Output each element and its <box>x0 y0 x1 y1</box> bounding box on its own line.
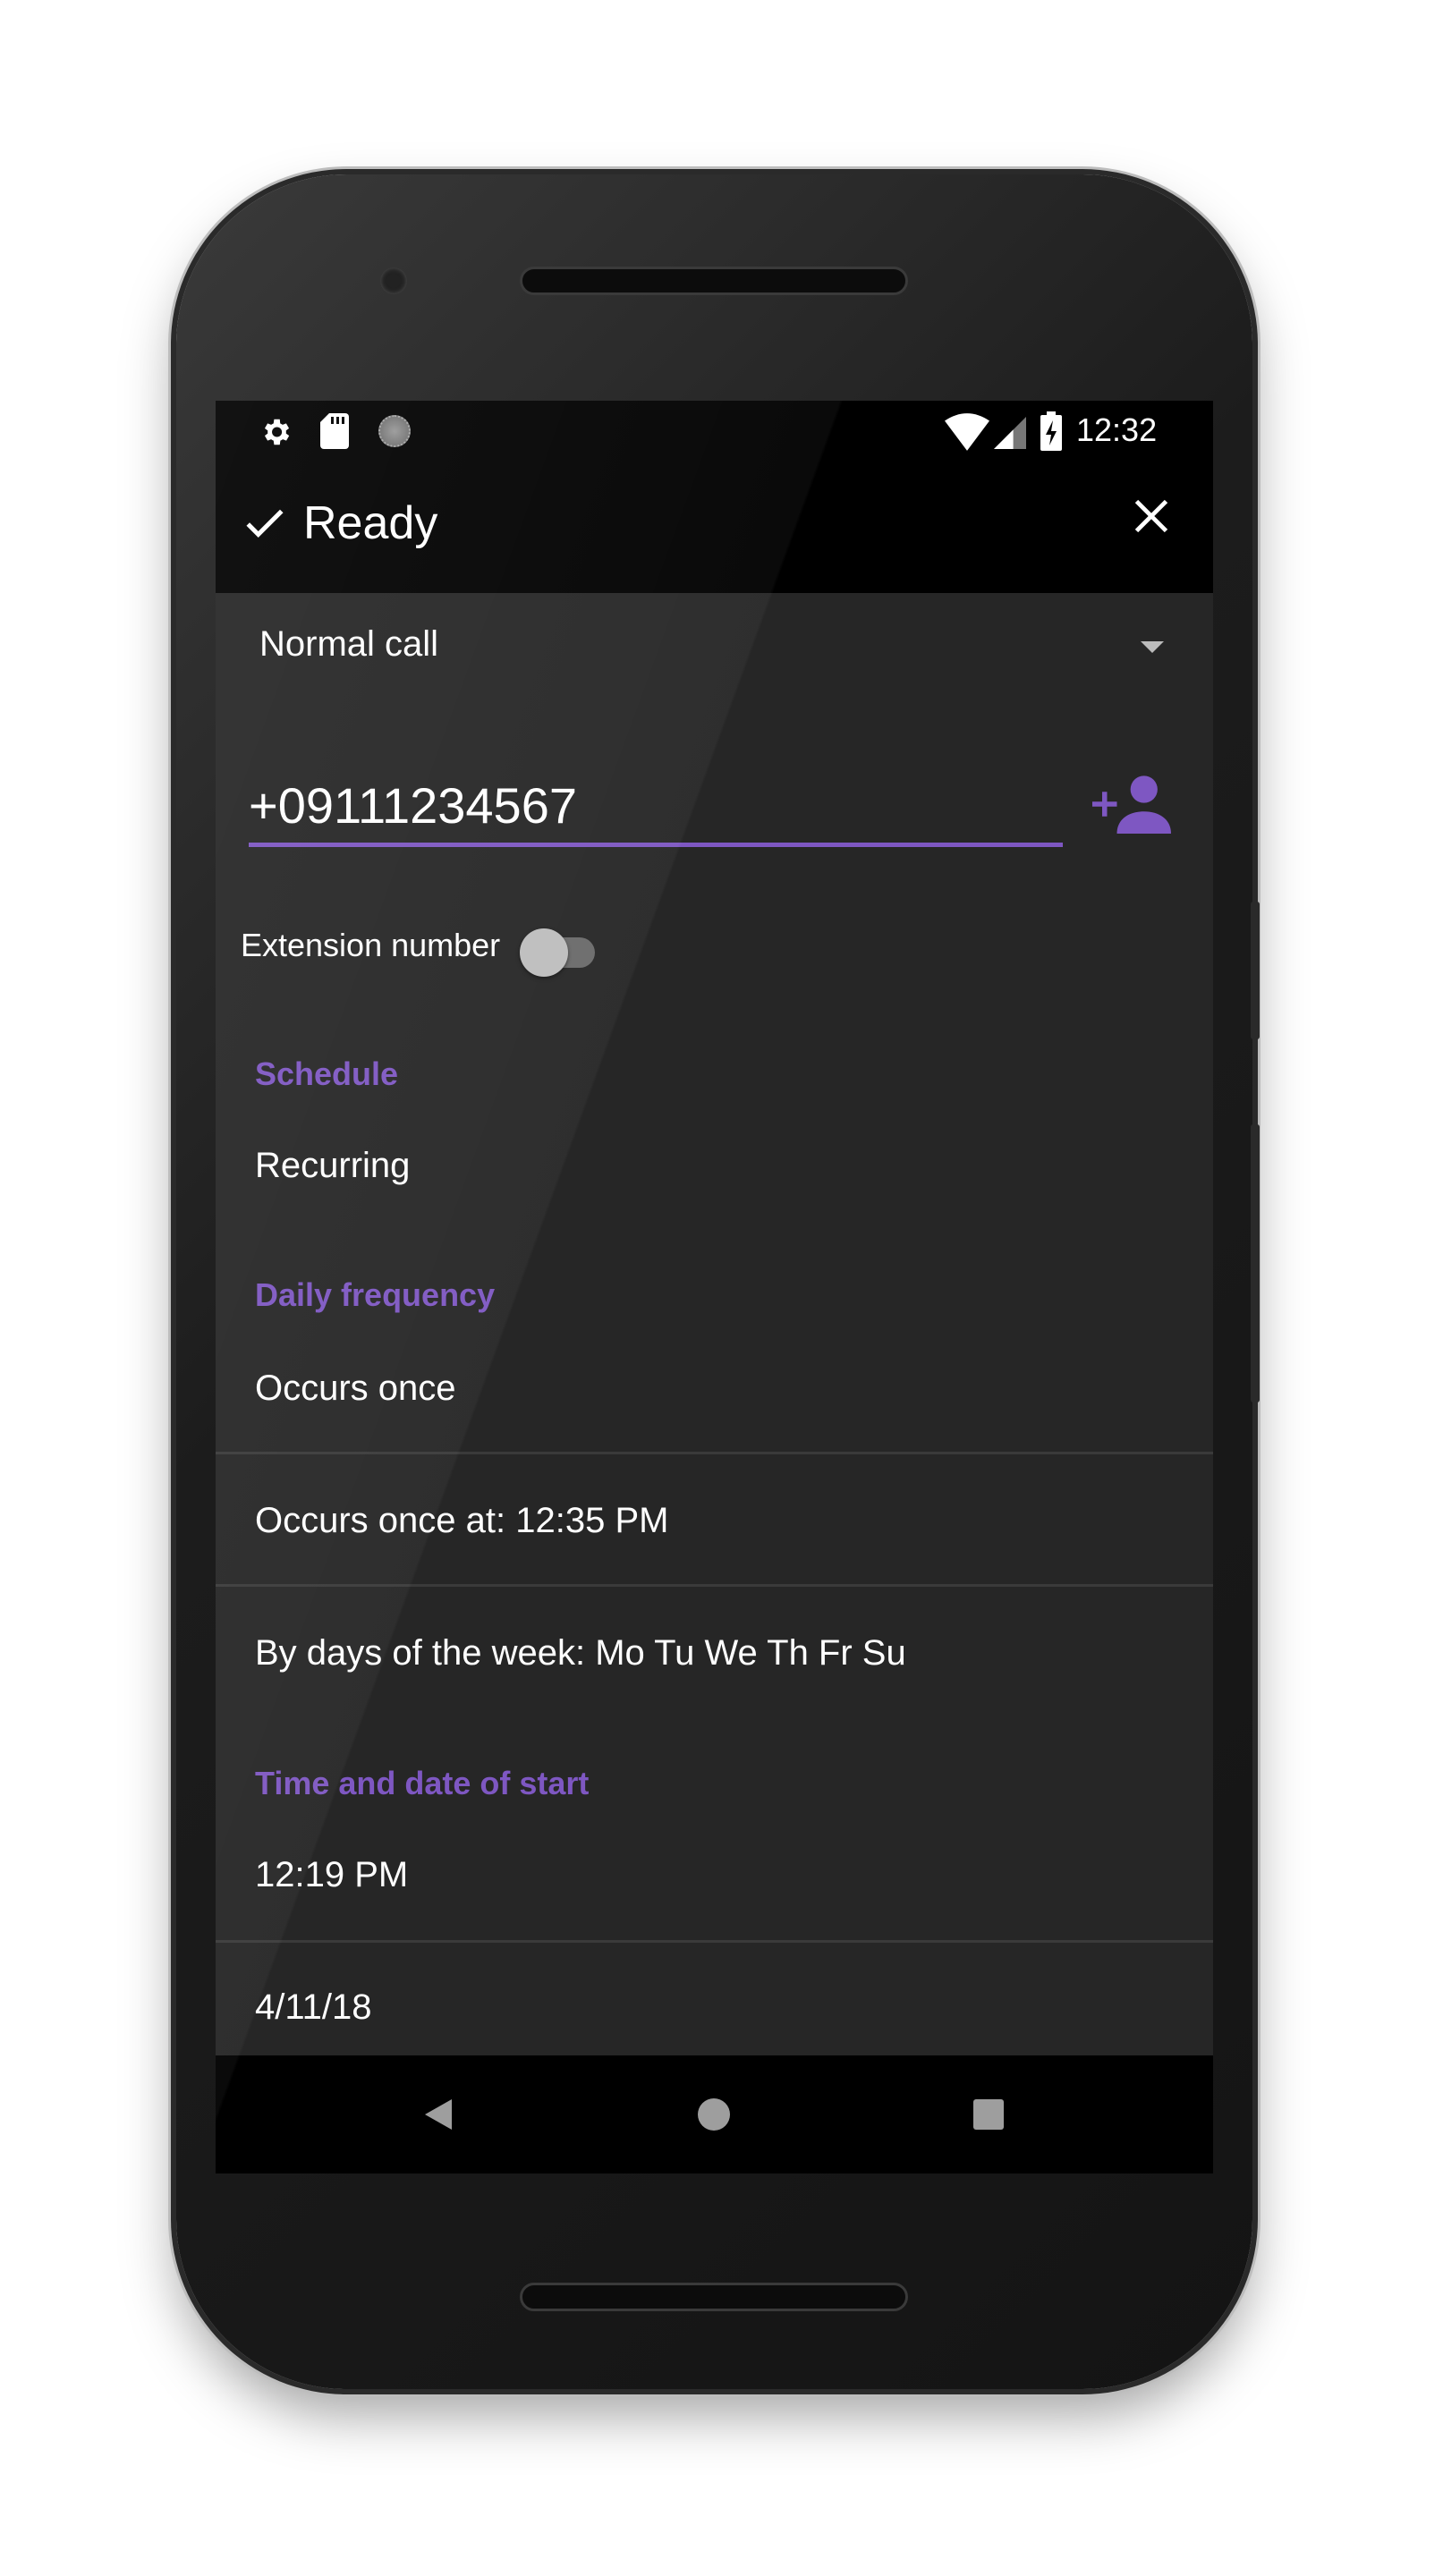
battery-charging-icon <box>1040 411 1062 451</box>
phone-number-value: +09111234567 <box>249 777 577 834</box>
volume-button <box>1251 1124 1260 1402</box>
navigation-bar <box>216 2055 1213 2174</box>
close-icon[interactable] <box>1132 496 1171 536</box>
toolbar-title: Ready <box>303 497 438 549</box>
check-icon <box>246 509 284 538</box>
screen: 12:32 Ready Normal call +09111234567 Ext… <box>216 401 1213 2174</box>
gear-icon <box>264 419 290 445</box>
schedule-value[interactable]: Recurring <box>255 1146 410 1186</box>
toggle-thumb <box>520 928 568 977</box>
schedule-label: Schedule <box>255 1055 399 1092</box>
status-bar: 12:32 <box>216 401 1213 462</box>
phone-number-input[interactable]: +09111234567 <box>249 767 1063 847</box>
status-time: 12:32 <box>1076 411 1158 448</box>
sync-icon <box>378 415 411 447</box>
recents-icon[interactable] <box>973 2099 1004 2130</box>
occurs-once-at[interactable]: Occurs once at: 12:35 PM <box>255 1501 668 1541</box>
person-add-icon[interactable] <box>1092 775 1171 834</box>
call-type-value: Normal call <box>259 624 439 664</box>
divider <box>216 1452 1213 1454</box>
start-date[interactable]: 4/11/18 <box>255 1987 372 2028</box>
daily-frequency-label: Daily frequency <box>255 1276 496 1313</box>
sd-card-icon <box>320 413 349 449</box>
call-type-dropdown[interactable]: Normal call <box>216 602 1213 691</box>
toolbar: Ready <box>216 462 1213 593</box>
dropdown-arrow-icon <box>1141 641 1164 653</box>
earpiece-speaker <box>520 267 908 295</box>
power-button <box>1251 902 1260 1039</box>
bottom-speaker <box>520 2283 908 2311</box>
ready-button[interactable]: Ready <box>242 496 437 550</box>
start-time[interactable]: 12:19 PM <box>255 1855 408 1895</box>
signal-icon <box>994 417 1026 449</box>
home-icon[interactable] <box>698 2098 730 2131</box>
daily-frequency-value[interactable]: Occurs once <box>255 1368 456 1409</box>
back-icon[interactable] <box>425 2099 452 2130</box>
front-camera <box>380 267 407 294</box>
wifi-icon <box>945 413 989 451</box>
days-of-week[interactable]: By days of the week: Mo Tu We Th Fr Su <box>255 1633 906 1674</box>
divider <box>216 1584 1213 1587</box>
extension-toggle[interactable] <box>520 928 598 977</box>
start-label: Time and date of start <box>255 1765 590 1801</box>
divider <box>216 1940 1213 1943</box>
extension-label: Extension number <box>241 927 501 963</box>
